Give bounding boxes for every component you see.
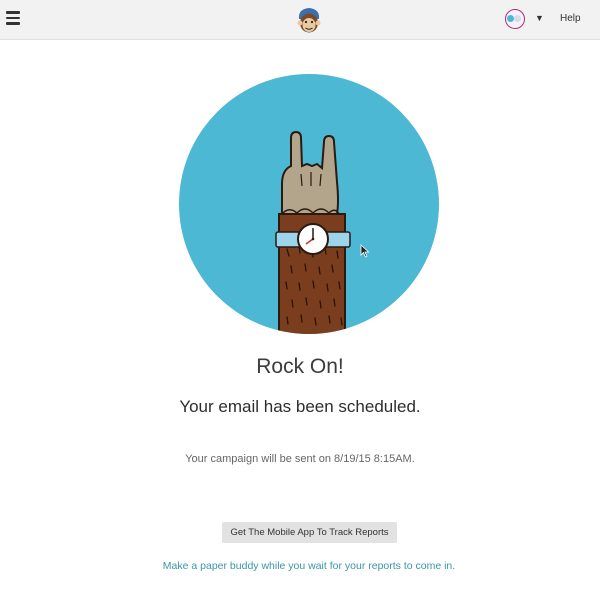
get-mobile-app-button[interactable]: Get The Mobile App To Track Reports	[222, 522, 397, 543]
freddie-monkey-logo-icon[interactable]	[296, 6, 322, 34]
chevron-down-icon[interactable]: ▼	[535, 13, 544, 23]
rock-on-hand-with-watch-illustration	[179, 74, 439, 334]
top-navigation-bar: ▼ Help	[0, 0, 600, 40]
paper-buddy-link[interactable]: Make a paper buddy while you wait for yo…	[0, 560, 600, 572]
scheduled-send-message: Your campaign will be sent on 8/19/15 8:…	[185, 453, 415, 465]
confirmation-title: Rock On!	[256, 355, 344, 378]
mouse-pointer-icon	[360, 244, 370, 258]
account-avatar-icon[interactable]	[505, 9, 525, 29]
account-menu[interactable]: ▼	[503, 9, 549, 31]
help-link[interactable]: Help	[560, 13, 581, 24]
hamburger-menu-icon[interactable]	[6, 11, 20, 25]
confirmation-subtitle: Your email has been scheduled.	[179, 397, 421, 416]
